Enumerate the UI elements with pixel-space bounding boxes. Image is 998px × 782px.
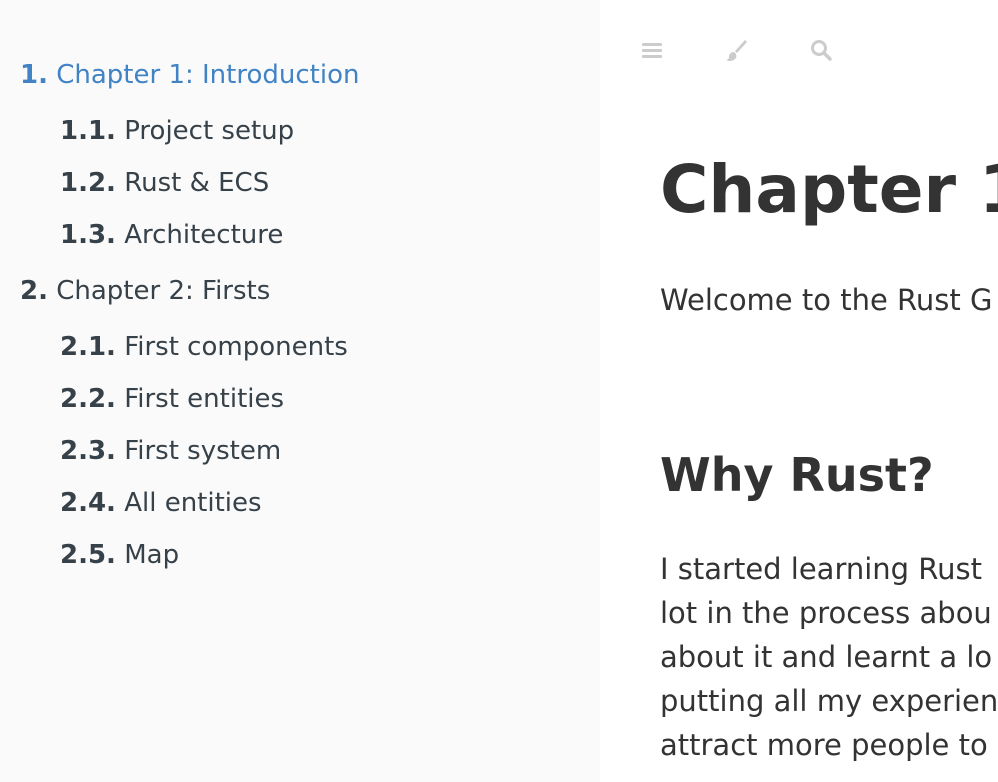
intro-text: Welcome to the Rust G [660, 283, 993, 317]
theme-button[interactable] [723, 37, 749, 63]
toc-item-number: 1.2. [60, 168, 116, 198]
toc-item-chapter-1[interactable]: 1. Chapter 1: Introduction [20, 60, 359, 90]
toc-item-label: Architecture [124, 220, 284, 250]
page-title: Chapter 1: [660, 151, 998, 228]
paragraph-line: putting all my experien [660, 684, 998, 718]
paragraph-line: lot in the process abou [660, 596, 992, 630]
toc-item-label: All entities [124, 488, 262, 518]
toc-item-chapter-2[interactable]: 2. Chapter 2: Firsts [20, 276, 270, 306]
toc-item-number: 2.3. [60, 436, 116, 466]
menu-icon [642, 43, 662, 58]
content-pane: Chapter 1: Welcome to the Rust G Why Rus… [600, 0, 998, 782]
toc-item-label: First system [124, 436, 282, 466]
toc-item-label: Project setup [124, 116, 295, 146]
toc-item-label: Rust & ECS [124, 168, 270, 198]
toc-item-project-setup[interactable]: 1.1. Project setup [60, 116, 294, 146]
toc-item-first-components[interactable]: 2.1. First components [60, 332, 348, 362]
paintbrush-icon [726, 40, 747, 62]
toc-item-number: 2.2. [60, 384, 116, 414]
toc-item-rust-ecs[interactable]: 1.2. Rust & ECS [60, 168, 269, 198]
toc-item-first-system[interactable]: 2.3. First system [60, 436, 281, 466]
toc-item-map[interactable]: 2.5. Map [60, 540, 179, 570]
toc-item-label: First entities [124, 384, 285, 414]
toc-item-number: 1.3. [60, 220, 116, 250]
toc-item-number: 2. [20, 276, 48, 306]
search-icon [811, 40, 832, 61]
toc-item-architecture[interactable]: 1.3. Architecture [60, 220, 283, 250]
toc-item-label: Map [124, 540, 180, 570]
paragraph-line: I started learning Rust [660, 552, 983, 586]
paragraph-line: attract more people to [660, 728, 988, 762]
toc-item-number: 1. [20, 60, 48, 90]
toc-item-first-entities[interactable]: 2.2. First entities [60, 384, 284, 414]
sidebar: 1. Chapter 1: Introduction 1.1. Project … [0, 0, 600, 782]
toc-item-number: 2.1. [60, 332, 116, 362]
section-heading: Why Rust? [660, 448, 934, 502]
toc-item-label: Chapter 1: Introduction [56, 60, 360, 90]
toc-item-number: 2.5. [60, 540, 116, 570]
toc-item-label: First components [124, 332, 348, 362]
search-button[interactable] [808, 37, 834, 63]
paragraph-line: about it and learnt a lo [660, 640, 993, 674]
toc-item-all-entities[interactable]: 2.4. All entities [60, 488, 262, 518]
sidebar-toggle-button[interactable] [639, 37, 665, 63]
toc-item-label: Chapter 2: Firsts [56, 276, 271, 306]
toc-item-number: 1.1. [60, 116, 116, 146]
toc-item-number: 2.4. [60, 488, 116, 518]
